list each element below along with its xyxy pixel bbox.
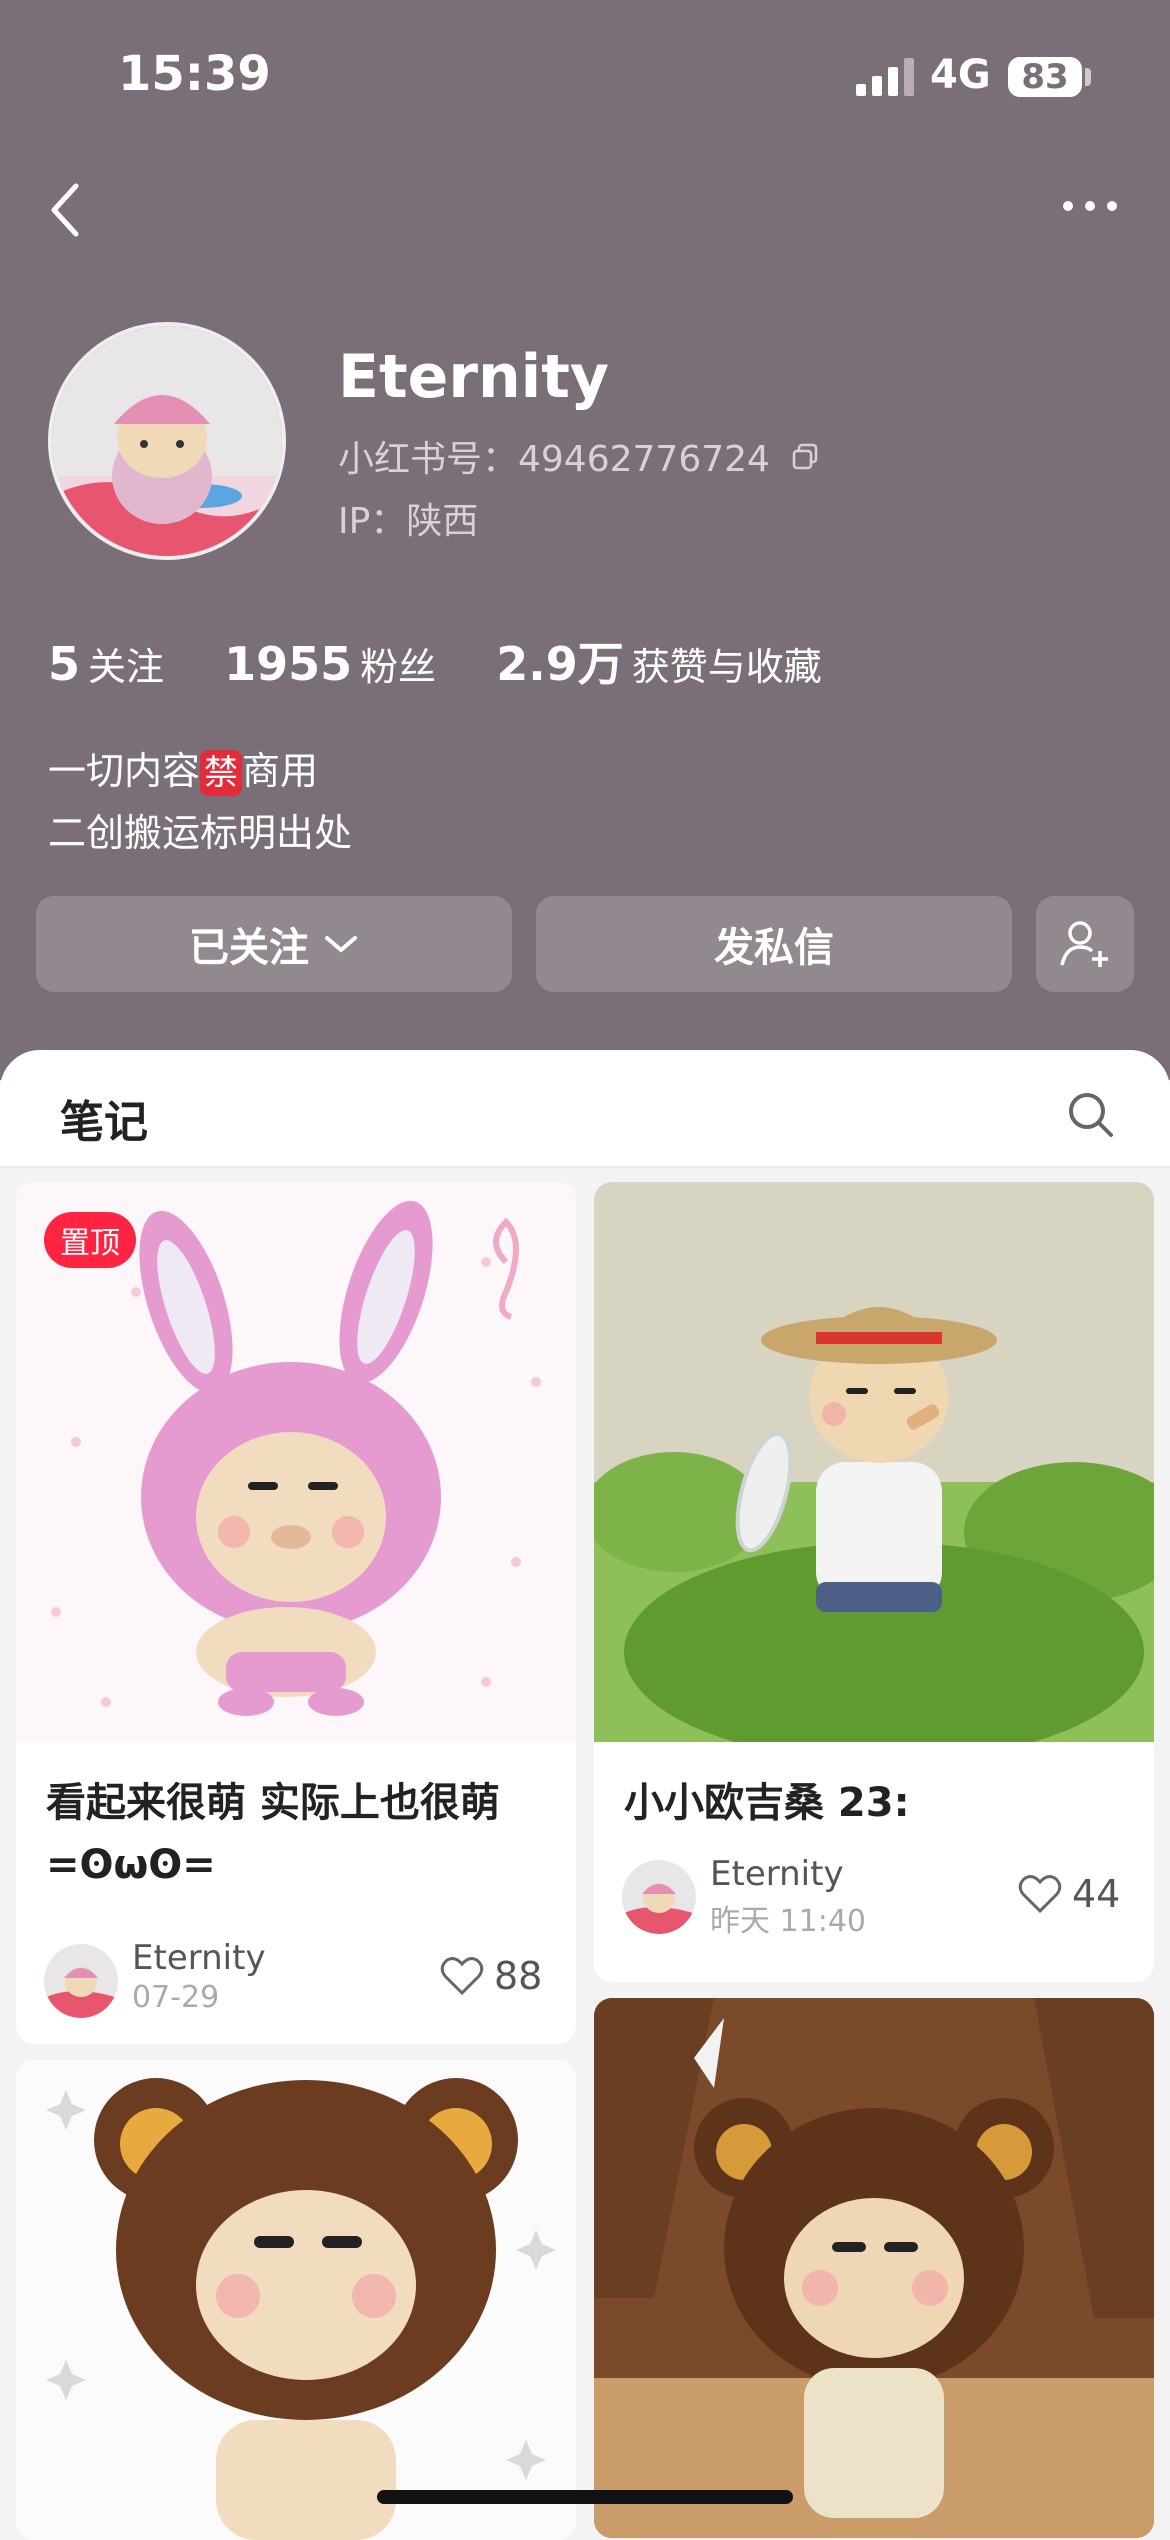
note-card[interactable]	[16, 2060, 576, 2540]
heart-icon[interactable]	[1018, 1874, 1062, 1914]
user-name: Eternity	[338, 342, 610, 412]
signal-icon	[856, 58, 914, 96]
notes-panel: 笔记 置顶 看起来很萌 实际上也很萌 =ʘωʘ= Eternity 07-29 …	[0, 1050, 1170, 2540]
tab-notes[interactable]: 笔记	[60, 1086, 148, 1150]
pinned-badge: 置顶	[44, 1212, 136, 1268]
note-image-oldman	[594, 1182, 1154, 1742]
profile-header: 15:39 4G 83 Eternity 小红书号：49462776724 IP…	[0, 0, 1170, 1080]
stat-followers[interactable]: 1955 粉丝	[224, 637, 436, 691]
author-name[interactable]: Eternity	[132, 1938, 266, 1978]
more-icon[interactable]	[1060, 196, 1120, 216]
search-icon[interactable]	[1066, 1090, 1116, 1140]
like-count: 88	[494, 1954, 543, 1998]
note-title: 看起来很萌 实际上也很萌 =ʘωʘ=	[46, 1780, 500, 1888]
note-date: 昨天 11:40	[710, 1904, 866, 1939]
ban-emoji: 禁	[200, 750, 243, 796]
stat-likes[interactable]: 2.9万 获赞与收藏	[496, 637, 822, 691]
note-title: 小小欧吉桑 23:	[624, 1780, 910, 1826]
note-card[interactable]: 置顶 看起来很萌 实际上也很萌 =ʘωʘ= Eternity 07-29 88	[16, 1182, 576, 2044]
bio: 一切内容禁商用 二创搬运标明出处	[48, 749, 353, 855]
stats-row: 5 关注 1955 粉丝 2.9万 获赞与收藏	[48, 628, 870, 694]
note-card[interactable]	[594, 1998, 1154, 2538]
note-date: 07-29	[132, 1980, 220, 2015]
status-time: 15:39	[118, 46, 271, 102]
note-image-bear	[16, 2060, 576, 2540]
avatar-image	[52, 326, 282, 556]
note-image-bear-room	[594, 1998, 1154, 2538]
red-id: 小红书号：49462776724	[338, 439, 770, 480]
tab-bar: 笔记	[0, 1050, 1170, 1168]
avatar[interactable]	[48, 322, 286, 560]
like-count: 44	[1072, 1872, 1121, 1916]
home-indicator	[377, 2490, 793, 2504]
heart-icon[interactable]	[440, 1956, 484, 1996]
followed-label: 已关注	[189, 925, 309, 971]
author-name[interactable]: Eternity	[710, 1854, 844, 1894]
network-type: 4G	[930, 52, 991, 98]
author-avatar[interactable]	[44, 1944, 118, 2018]
add-user-icon	[1060, 921, 1108, 967]
add-friend-button[interactable]	[1036, 896, 1134, 992]
stat-following[interactable]: 5 关注	[48, 637, 164, 691]
back-icon[interactable]	[46, 180, 86, 240]
message-button[interactable]: 发私信	[536, 896, 1012, 992]
chevron-down-icon	[325, 936, 357, 953]
ip-location: IP：陕西	[338, 501, 479, 542]
message-label: 发私信	[714, 925, 834, 971]
followed-button[interactable]: 已关注	[36, 896, 512, 992]
note-card[interactable]: 小小欧吉桑 23: Eternity 昨天 11:40 44	[594, 1182, 1154, 1982]
battery-icon: 83	[1008, 57, 1082, 97]
author-avatar[interactable]	[622, 1860, 696, 1934]
battery-tip	[1085, 68, 1091, 86]
copy-icon[interactable]	[790, 442, 820, 472]
